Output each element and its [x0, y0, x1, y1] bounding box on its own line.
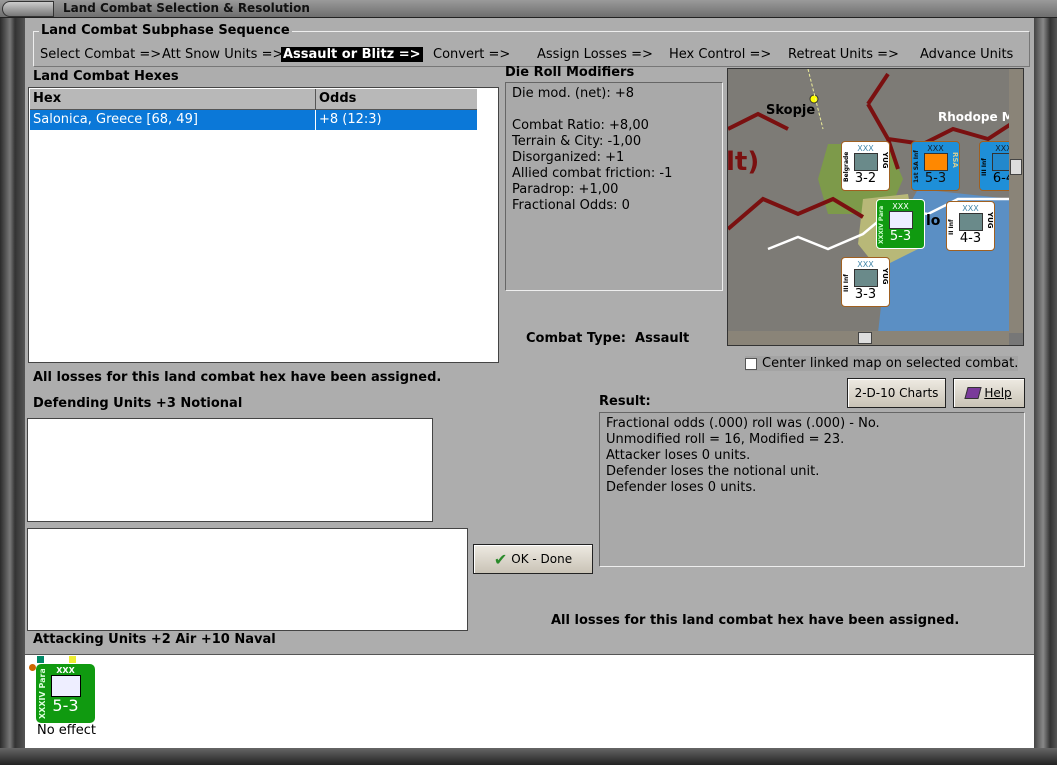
step-convert: Convert => — [433, 47, 511, 62]
step-advance: Advance Units — [920, 47, 1014, 62]
result-line: Defender loses 0 units. — [606, 480, 757, 495]
counter-side: YUG — [986, 212, 994, 229]
hex-cell: Salonica, Greece [68, 49] — [33, 110, 316, 130]
counter-name: Belgrade — [843, 151, 850, 183]
subphase-title: Land Combat Subphase Sequence — [39, 23, 292, 38]
attacking-units-list[interactable]: XXXIV Para XXX 5-3 No effect — [25, 654, 1034, 748]
modifier-line: Fractional Odds: 0 — [512, 198, 630, 213]
hex-table-header: Hex Odds — [30, 89, 477, 110]
odds-cell: +8 (12:3) — [319, 112, 382, 127]
window-title: Land Combat Selection & Resolution — [63, 1, 310, 15]
result-line: Unmodified roll = 16, Modified = 23. — [606, 432, 845, 447]
map-counter[interactable]: Belgrade YUG XXX 3-2 — [841, 141, 890, 191]
defending-units-list[interactable] — [27, 418, 433, 522]
result-line: Fractional odds (.000) roll was (.000) -… — [606, 416, 880, 431]
infantry-symbol-icon — [923, 153, 948, 171]
step-att-snow: Att Snow Units => — [162, 47, 284, 62]
modifier-line: Paradrop: +1,00 — [512, 182, 619, 197]
infantry-symbol-icon — [853, 153, 878, 171]
step-retreat: Retreat Units => — [788, 47, 899, 62]
table-row[interactable]: Salonica, Greece [68, 49] +8 (12:3) — [30, 110, 477, 130]
status-bottom: All losses for this land combat hex have… — [551, 613, 960, 628]
map-vscroll[interactable] — [1009, 69, 1023, 333]
infantry-symbol-icon — [958, 213, 983, 231]
help-button[interactable]: Help — [953, 378, 1025, 408]
map-hscroll[interactable] — [728, 331, 1009, 345]
help-label: Help — [984, 386, 1012, 400]
counter-name: III Inf — [981, 158, 988, 176]
step-select-combat: Select Combat => — [40, 47, 162, 62]
book-icon — [964, 387, 982, 399]
map-label-salonica: lo — [926, 213, 941, 229]
attacking-unit-counter[interactable]: XXXIV Para XXX 5-3 — [36, 664, 95, 723]
counter-name: II Inf — [948, 219, 955, 235]
marker-icon — [69, 656, 76, 663]
attacking-title: Attacking Units +2 Air +10 Naval — [33, 632, 276, 647]
marker-icon — [29, 664, 36, 671]
bottom-bar — [0, 748, 1057, 765]
hscroll-thumb[interactable] — [858, 332, 872, 344]
ok-label: OK - Done — [511, 552, 573, 566]
modifier-line: Terrain & City: -1,00 — [512, 134, 642, 149]
unit-result: No effect — [37, 723, 97, 738]
combat-type-label: Combat Type: — [526, 331, 626, 346]
map-counter[interactable]: 1st SA Inf RSA XXX 5-3 — [911, 141, 960, 191]
infantry-symbol-icon — [853, 269, 878, 287]
counter-side: YUG — [881, 268, 889, 285]
modifiers-box: Die mod. (net): +8 Combat Ratio: +8,00 T… — [505, 82, 723, 291]
vscroll-thumb[interactable] — [1010, 159, 1022, 175]
modifiers-title: Die Roll Modifiers — [505, 65, 635, 80]
combat-type: Combat Type: Assault — [526, 331, 689, 346]
map-label-fragment: lt) — [727, 147, 760, 177]
combat-type-value: Assault — [635, 331, 690, 346]
check-icon: ✔ — [493, 549, 508, 569]
result-line: Defender loses the notional unit. — [606, 464, 820, 479]
secondary-units-list[interactable] — [27, 528, 468, 631]
step-assault-blitz: Assault or Blitz => — [281, 47, 423, 62]
step-hex-control: Hex Control => — [669, 47, 772, 62]
counter-name: 1st SA Inf — [913, 150, 920, 184]
marker-icon — [37, 656, 44, 663]
charts-button[interactable]: 2-D-10 Charts — [847, 378, 946, 408]
linked-map[interactable]: Skopje Rhodope M lt) lo Belgrade YUG XXX… — [727, 68, 1024, 346]
counter-name: XXXIV Para — [878, 205, 885, 245]
map-counter[interactable]: II Inf YUG XXX 4-3 — [946, 201, 995, 251]
ok-done-button[interactable]: ✔ OK - Done — [473, 544, 593, 574]
hexes-title: Land Combat Hexes — [33, 69, 179, 84]
unit-name: XXXIV Para — [38, 669, 47, 719]
right-frame — [1034, 18, 1057, 748]
left-frame — [0, 18, 25, 748]
modifier-line: Disorganized: +1 — [512, 150, 625, 165]
window-menu-button[interactable] — [2, 1, 54, 17]
hex-table: Hex Odds Salonica, Greece [68, 49] +8 (1… — [30, 89, 477, 130]
counter-side: YUG — [881, 152, 889, 169]
status-top: All losses for this land combat hex have… — [33, 370, 442, 385]
paratrooper-symbol-icon — [888, 211, 913, 229]
hex-list[interactable]: Hex Odds Salonica, Greece [68, 49] +8 (1… — [28, 87, 499, 363]
result-box: Fractional odds (.000) roll was (.000) -… — [599, 412, 1025, 567]
result-title: Result: — [599, 394, 651, 409]
step-assign-losses: Assign Losses => — [537, 47, 653, 62]
title-bar: Land Combat Selection & Resolution — [0, 0, 1057, 18]
center-map-toggle[interactable]: Center linked map on selected combat. — [745, 356, 1019, 371]
map-counter[interactable]: III Inf YUG XXX 3-3 — [841, 257, 890, 307]
center-map-label: Center linked map on selected combat. — [762, 356, 1019, 371]
result-line: Attacker loses 0 units. — [606, 448, 751, 463]
modifier-line: Combat Ratio: +8,00 — [512, 118, 649, 133]
col-hex[interactable]: Hex — [33, 89, 316, 109]
col-odds[interactable]: Odds — [316, 89, 356, 109]
map-label-skopje: Skopje — [766, 103, 816, 118]
center-map-checkbox[interactable] — [745, 357, 757, 370]
counter-name: III Inf — [843, 274, 850, 292]
counter-side: RSA — [951, 152, 959, 168]
modifier-line: Die mod. (net): +8 — [512, 86, 635, 101]
map-counter-selected[interactable]: XXXIV Para XXX 5-3 — [876, 199, 925, 249]
map-label-rhodope: Rhodope M — [938, 110, 1014, 124]
paratrooper-symbol-icon — [50, 675, 81, 697]
defending-title: Defending Units +3 Notional — [33, 396, 243, 411]
modifier-line: Allied combat friction: -1 — [512, 166, 673, 181]
